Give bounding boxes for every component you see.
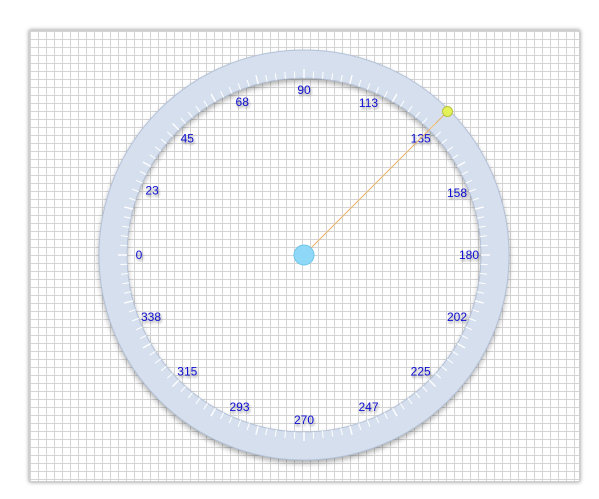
center-knob[interactable]: [293, 244, 315, 266]
dial-label: 225: [411, 365, 431, 379]
dial-tick: [120, 235, 129, 237]
dial-label: 0: [136, 248, 143, 262]
dial-label: 90: [297, 83, 311, 97]
dial-label: 202: [447, 310, 467, 324]
dial-tick: [322, 430, 324, 439]
angle-needle: [303, 111, 448, 256]
dial-label: 158: [447, 186, 467, 200]
dial-tick: [479, 273, 488, 275]
dial-tick: [322, 71, 324, 80]
angle-handle[interactable]: [442, 106, 453, 117]
dial-label: 113: [359, 96, 378, 110]
dial-label: 338: [141, 310, 161, 324]
dial-label: 293: [229, 400, 249, 414]
dial-tick: [284, 430, 286, 439]
dial-label: 270: [294, 413, 314, 427]
dial-label: 45: [181, 131, 195, 145]
angle-dial: 0234568901131351581802022252472702933153…: [98, 49, 510, 461]
dial-label: 247: [358, 400, 378, 414]
dial-label: 68: [236, 95, 250, 109]
dial-label: 315: [177, 365, 197, 379]
dial-tick: [284, 71, 286, 80]
dial-tick: [479, 235, 488, 237]
dial-label: 23: [145, 184, 159, 198]
dial-label: 180: [459, 248, 479, 262]
dial-tick: [120, 273, 129, 275]
